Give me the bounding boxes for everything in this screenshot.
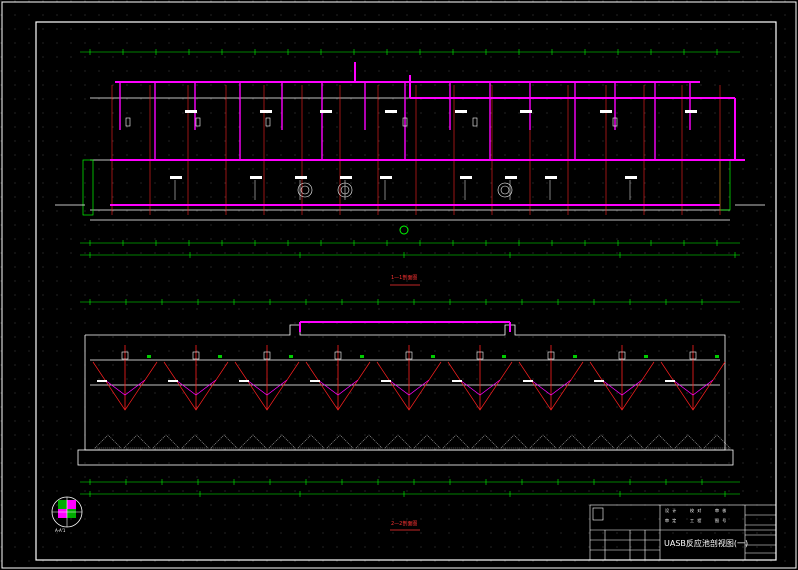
note-tag xyxy=(260,110,272,113)
note-tag xyxy=(170,176,182,179)
note-tag xyxy=(665,380,675,382)
water-level-marker xyxy=(502,355,506,358)
note-tag xyxy=(460,176,472,179)
note-tag xyxy=(168,380,178,382)
note-tag xyxy=(385,110,397,113)
note-tag xyxy=(600,110,612,113)
note-tag xyxy=(340,176,352,179)
compass-label: A-A'1 xyxy=(55,528,66,533)
note-tag xyxy=(452,380,462,382)
note-tag xyxy=(455,110,467,113)
note-tag xyxy=(295,176,307,179)
note-tag xyxy=(381,380,391,382)
note-tag xyxy=(250,176,262,179)
note-tag xyxy=(380,176,392,179)
title-block-cell-4: 审 定 xyxy=(665,518,678,523)
note-tag xyxy=(310,380,320,382)
water-level-marker xyxy=(289,355,293,358)
note-tag xyxy=(505,176,517,179)
note-tag xyxy=(523,380,533,382)
drawing-title: UASB反应池剖视图(一) xyxy=(664,539,749,548)
note-tag xyxy=(239,380,249,382)
water-level-marker xyxy=(573,355,577,358)
water-level-marker xyxy=(431,355,435,358)
water-level-marker xyxy=(644,355,648,358)
water-level-marker xyxy=(360,355,364,358)
title-block-cell-6: 图 号 xyxy=(715,518,728,523)
title-block-cell-2: 校 对 xyxy=(690,508,703,513)
title-block-cell-1: 设 计 xyxy=(665,508,678,513)
note-tag xyxy=(520,110,532,113)
water-level-marker xyxy=(147,355,151,358)
note-tag xyxy=(185,110,197,113)
note-tag xyxy=(625,176,637,179)
title-block-cell-5: 工 程 xyxy=(690,518,703,523)
title-block-cell-3: 审 核 xyxy=(715,508,728,513)
note-tag xyxy=(685,110,697,113)
water-level-marker xyxy=(715,355,719,358)
cad-drawing xyxy=(0,0,798,570)
note-tag xyxy=(545,176,557,179)
north-compass-symbol xyxy=(51,496,83,528)
section-2-title: 2—2剖面图 xyxy=(391,521,418,527)
note-tag xyxy=(594,380,604,382)
note-tag xyxy=(97,380,107,382)
note-tag xyxy=(320,110,332,113)
section-1-title: 1—1剖面图 xyxy=(391,275,418,281)
water-level-marker xyxy=(218,355,222,358)
